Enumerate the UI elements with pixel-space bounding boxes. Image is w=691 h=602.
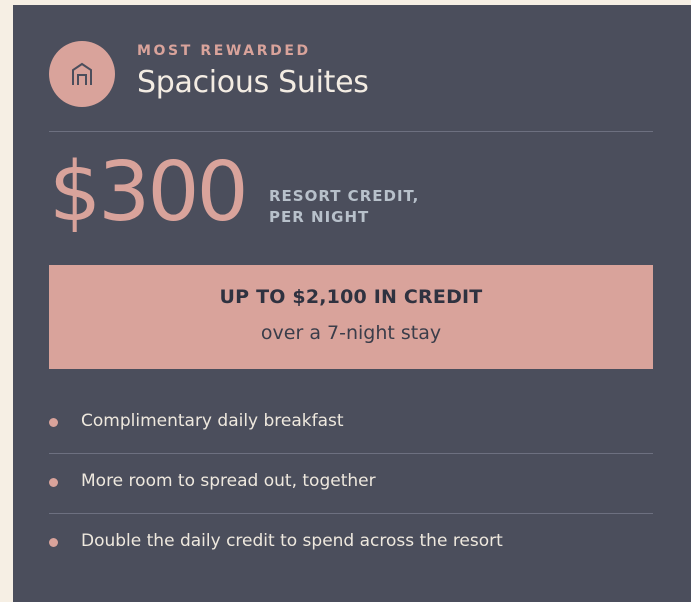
divider (49, 513, 653, 514)
bullet-icon (49, 538, 58, 547)
credit-subline: over a 7-night stay (260, 322, 442, 344)
house-glyph (72, 62, 92, 85)
divider (49, 453, 653, 454)
eyebrow-label: MOST REWARDED (137, 43, 311, 59)
suite-card: MOST REWARDED Spacious Suites $300 RESOR… (13, 5, 691, 602)
list-item: More room to spread out, together (49, 463, 653, 503)
credit-banner: UP TO $2,100 IN CREDIT over a 7-night st… (49, 265, 653, 369)
bullet-icon (49, 478, 58, 487)
card-title: Spacious Suites (137, 65, 369, 100)
benefit-text: More room to spread out, together (81, 471, 376, 491)
price-note-line-2: PER NIGHT (269, 208, 370, 226)
list-item: Complimentary daily breakfast (49, 403, 653, 443)
divider (49, 131, 653, 132)
bullet-icon (49, 418, 58, 427)
house-icon (49, 41, 115, 107)
benefit-text: Double the daily credit to spend across … (81, 531, 503, 551)
list-item: Double the daily credit to spend across … (49, 523, 653, 563)
benefit-text: Complimentary daily breakfast (81, 411, 344, 431)
price-note-line-1: RESORT CREDIT, (269, 187, 420, 205)
price-amount: $300 (49, 145, 249, 240)
price-note: RESORT CREDIT, PER NIGHT (269, 186, 419, 228)
credit-headline: UP TO $2,100 IN CREDIT (219, 286, 483, 308)
